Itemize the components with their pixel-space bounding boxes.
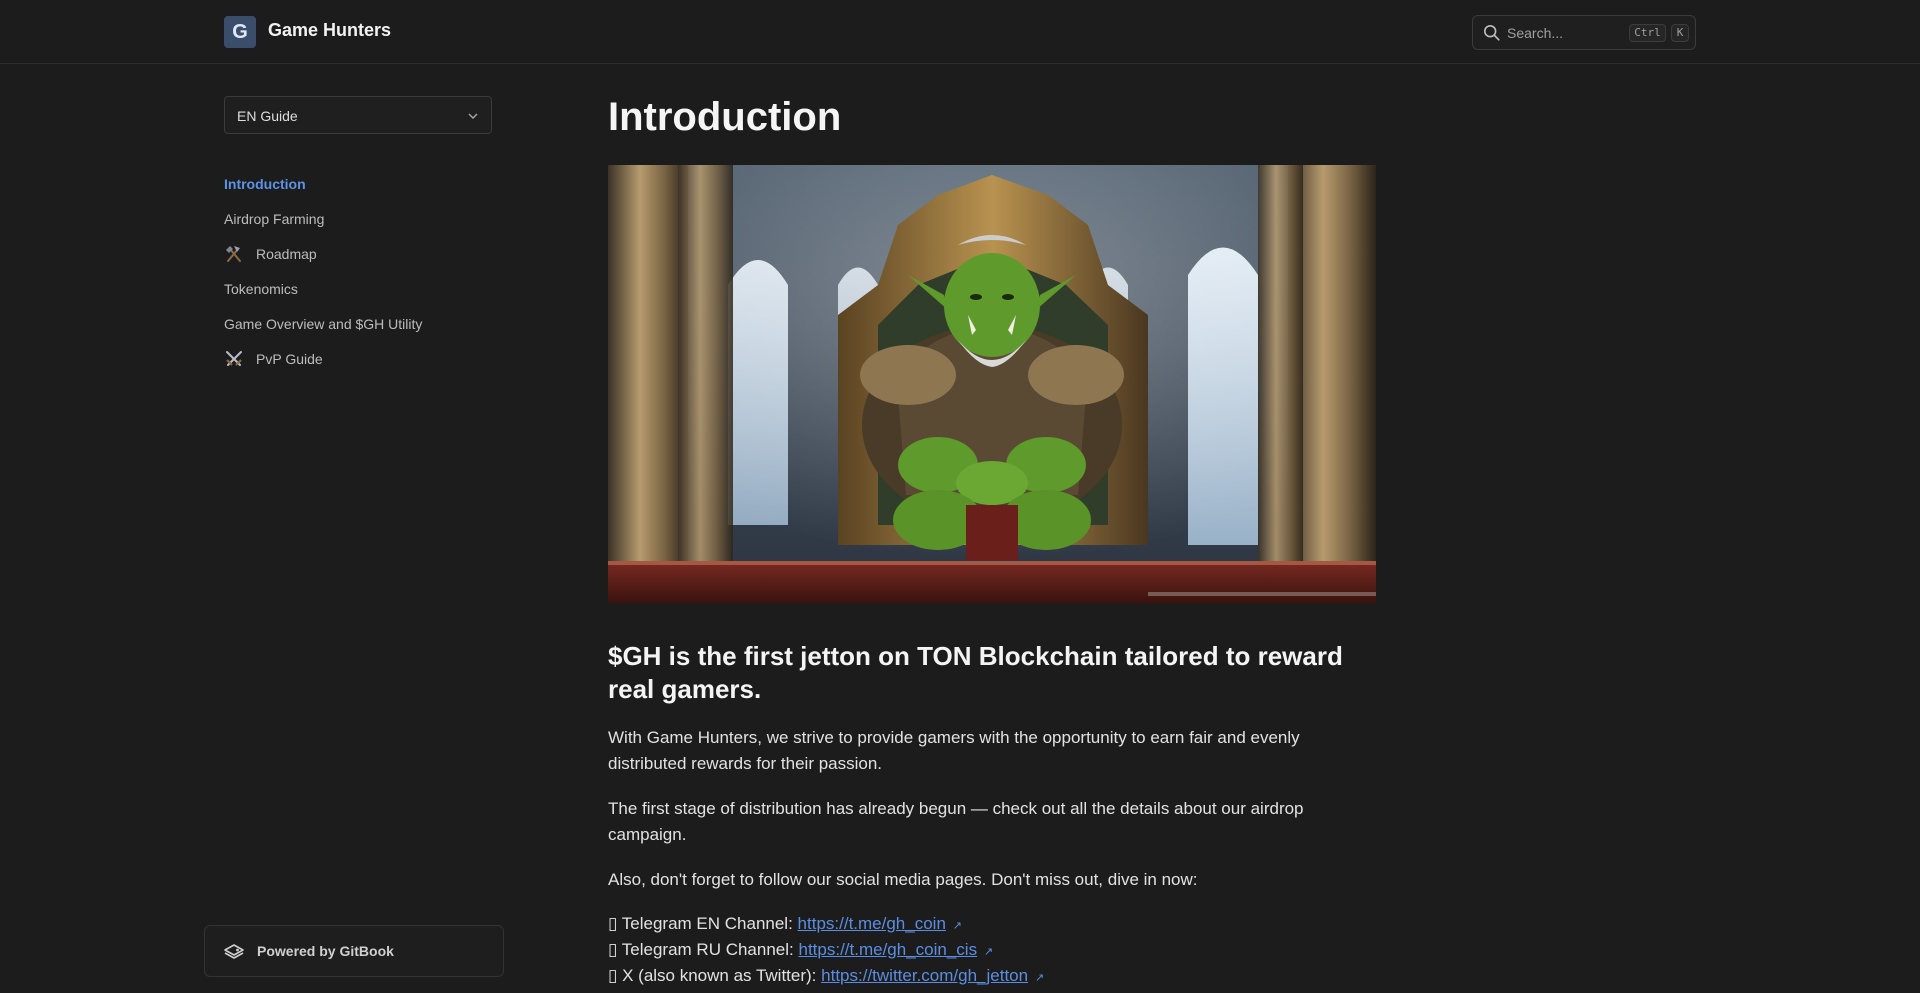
sidebar-item-tokenomics[interactable]: Tokenomics <box>224 271 492 306</box>
list-item: ▯ Telegram EN Channel: https://t.me/gh_c… <box>608 911 1378 937</box>
main-content: Introduction $GH is the first jetton on … <box>608 92 1378 989</box>
sidebar-item-label: Airdrop Farming <box>224 210 325 227</box>
external-link-icon: ↗ <box>952 920 962 932</box>
search-icon <box>1483 24 1500 41</box>
hero-image <box>608 165 1376 603</box>
distribution-paragraph: The first stage of distribution has alre… <box>608 799 1304 844</box>
site-logo[interactable]: G <box>224 16 256 48</box>
link-label: Telegram EN Channel: <box>621 914 798 933</box>
sidebar-item-roadmap[interactable]: Roadmap <box>224 236 492 271</box>
list-bullet: ▯ <box>608 966 618 985</box>
sidebar-item-label: Roadmap <box>256 245 317 262</box>
space-selector-label: EN Guide <box>237 108 298 124</box>
powered-by-gitbook-button[interactable]: Powered by GitBook <box>204 925 504 977</box>
list-item: ▯ Telegram RU Channel: https://t.me/gh_c… <box>608 937 1378 963</box>
shortcut-k-key: K <box>1671 24 1689 42</box>
link-label: X (also known as Twitter): <box>622 966 822 985</box>
gitbook-icon <box>224 944 244 959</box>
crossed-swords-icon <box>224 349 244 369</box>
sidebar-item-label: PvP Guide <box>256 350 323 367</box>
page-headline: $GH is the first jetton on TON Blockchai… <box>608 641 1343 704</box>
sidebar-item-game-overview[interactable]: Game Overview and $GH Utility <box>224 306 492 341</box>
chevron-down-icon <box>468 113 478 119</box>
external-link-icon: ↗ <box>1034 972 1045 984</box>
intro-paragraph: With Game Hunters, we strive to provide … <box>608 728 1300 773</box>
top-bar: G Game Hunters Search... Ctrl K <box>0 0 1920 64</box>
sidebar-item-airdrop-farming[interactable]: Airdrop Farming <box>224 201 492 236</box>
shortcut-ctrl-key: Ctrl <box>1629 24 1666 42</box>
twitter-link[interactable]: https://twitter.com/gh_jetton <box>821 966 1028 985</box>
space-selector-dropdown[interactable]: EN Guide <box>224 96 492 134</box>
sidebar-item-label: Tokenomics <box>224 280 298 297</box>
telegram-ru-link[interactable]: https://t.me/gh_coin_cis <box>798 940 977 959</box>
orc-on-throne-illustration <box>608 165 1376 603</box>
external-link-icon: ↗ <box>983 946 994 958</box>
site-title[interactable]: Game Hunters <box>268 20 391 41</box>
list-bullet: ▯ <box>608 940 618 959</box>
social-paragraph: Also, don't forget to follow our social … <box>608 870 1198 889</box>
page-title: Introduction <box>608 95 842 139</box>
telegram-en-link[interactable]: https://t.me/gh_coin <box>798 914 946 933</box>
powered-by-label: Powered by GitBook <box>257 943 394 959</box>
hammer-pick-icon <box>224 244 244 264</box>
sidebar-nav: Introduction Airdrop Farming Roadmap Tok… <box>224 166 492 376</box>
search-button[interactable]: Search... Ctrl K <box>1472 15 1696 50</box>
list-bullet: ▯ <box>608 914 618 933</box>
sidebar-item-pvp-guide[interactable]: PvP Guide <box>224 341 492 376</box>
link-label: Telegram RU Channel: <box>621 940 799 959</box>
sidebar-item-label: Game Overview and $GH Utility <box>224 315 423 332</box>
social-links-list: ▯ Telegram EN Channel: https://t.me/gh_c… <box>608 911 1378 989</box>
sidebar-item-label: Introduction <box>224 175 306 192</box>
search-label: Search... <box>1507 25 1564 41</box>
list-item: ▯ X (also known as Twitter): https://twi… <box>608 963 1378 989</box>
sidebar-item-introduction[interactable]: Introduction <box>224 166 492 201</box>
